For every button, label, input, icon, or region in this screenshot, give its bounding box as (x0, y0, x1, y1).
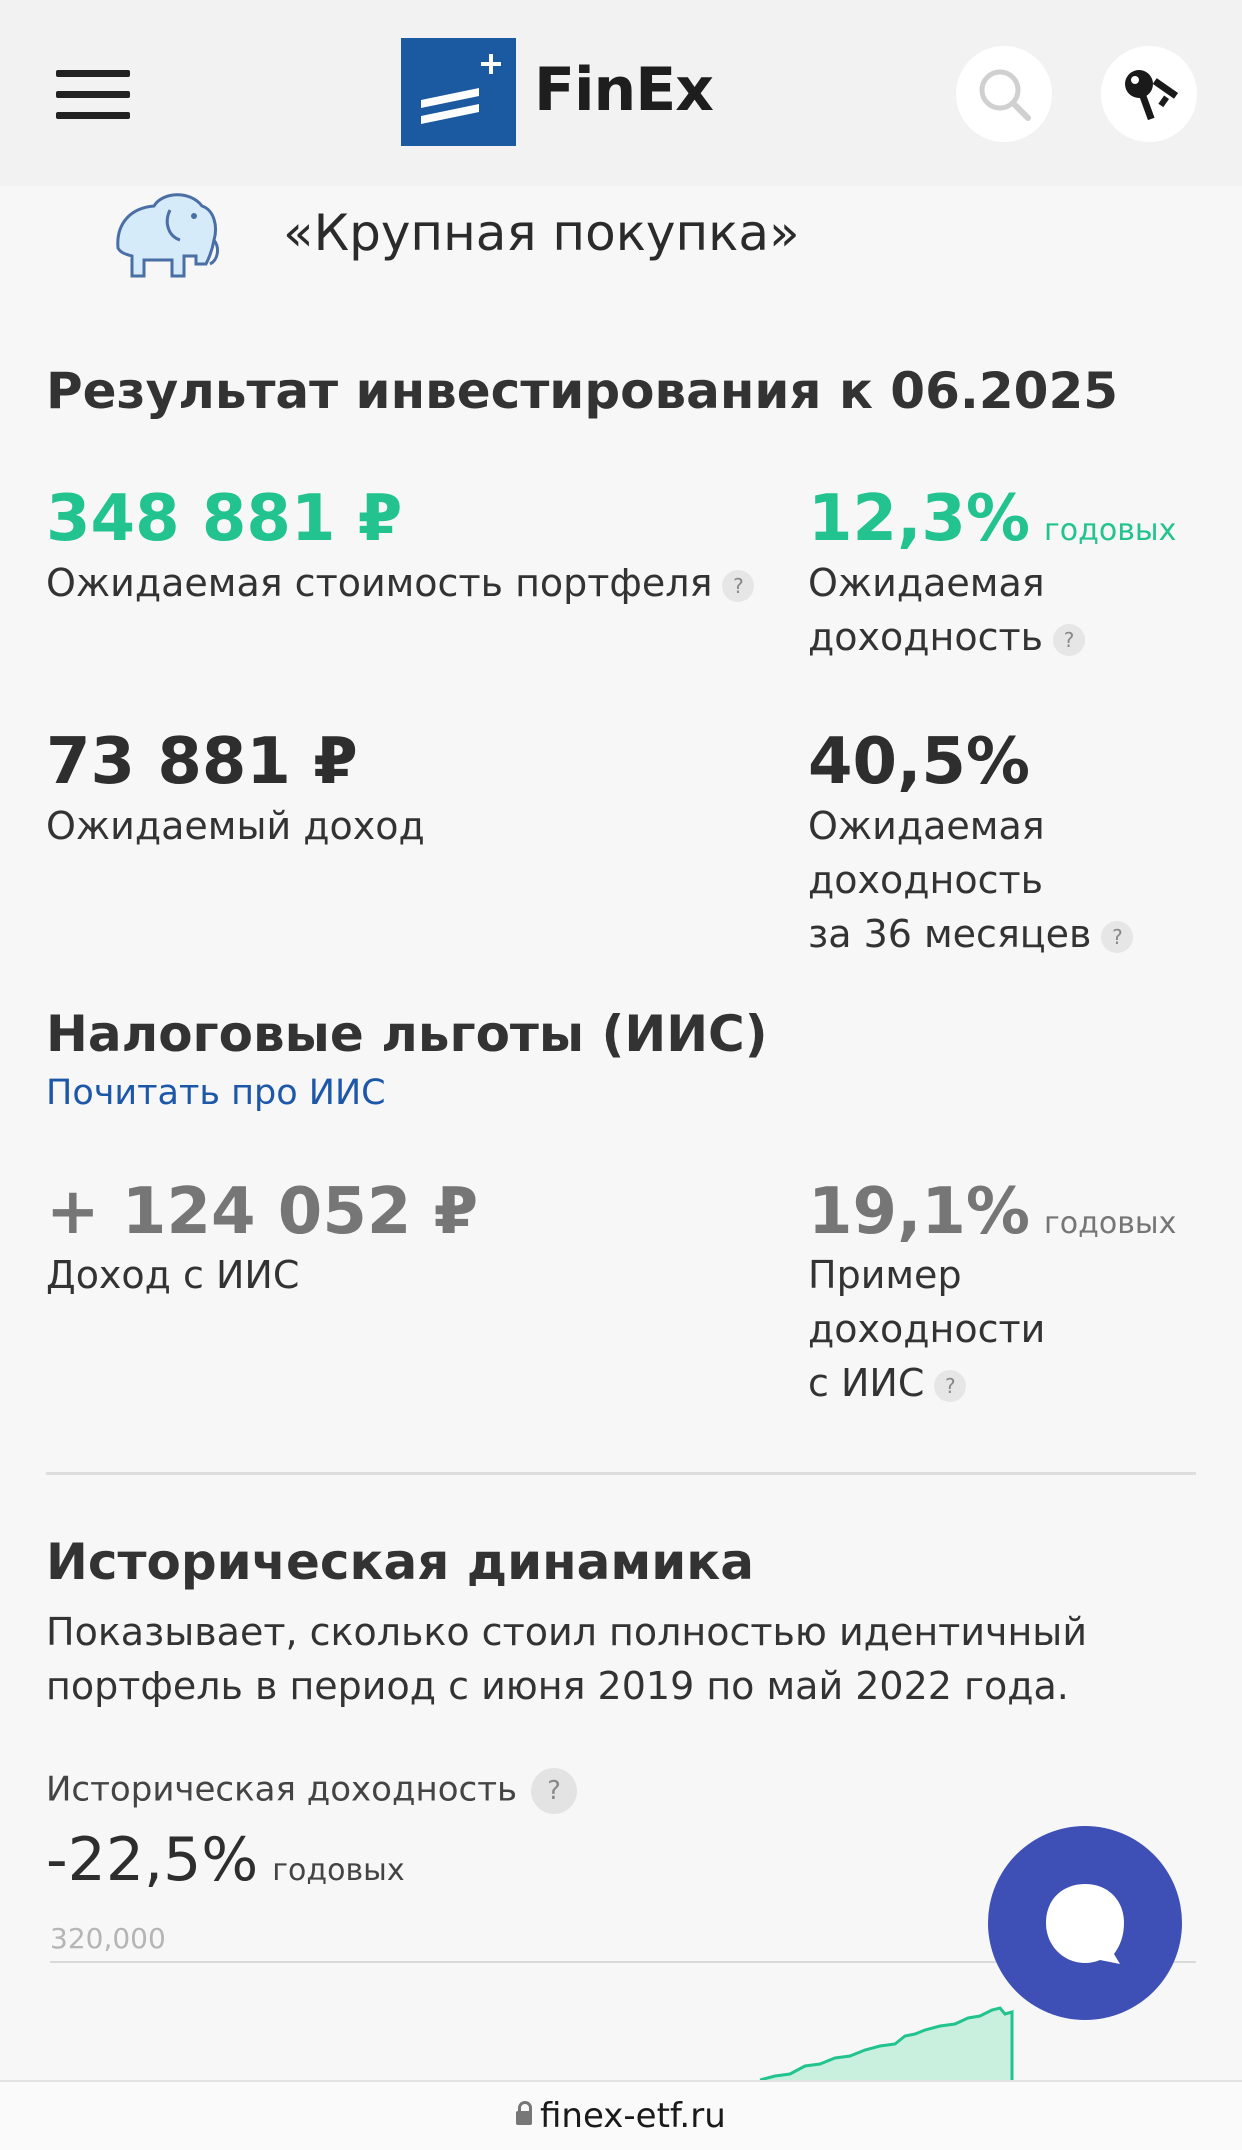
history-heading: Историческая динамика (46, 1533, 754, 1591)
help-icon[interactable]: ? (1101, 920, 1134, 953)
history-yield-unit: годовых (272, 1853, 405, 1888)
logo-icon[interactable] (401, 38, 516, 146)
expected-value-label-text: Ожидаемая стоимость портфеля (46, 561, 713, 605)
divider (46, 1472, 1196, 1475)
search-button[interactable] (956, 46, 1052, 142)
results-heading: Результат инвестирования к 06.2025 (46, 362, 1119, 420)
expected-yield: 12,3% годовых (808, 482, 1176, 556)
history-yield: -22,5% годовых (46, 1825, 405, 1895)
history-yield-label-text: Историческая доходность (46, 1769, 518, 1810)
browser-url-bar[interactable]: finex-etf.ru (0, 2080, 1242, 2150)
logo-text[interactable]: FinEx (534, 55, 714, 125)
iis-yield-label-line3: с ИИС (808, 1361, 925, 1405)
key-icon (1125, 70, 1179, 121)
expected-income: 73 881 ₽ (46, 725, 358, 799)
tax-heading: Налоговые льготы (ИИС) (46, 1005, 768, 1063)
portfolio-header: «Крупная покупка» (0, 186, 1242, 296)
iis-yield-label-line1: Пример (808, 1253, 962, 1297)
search-icon (979, 69, 1031, 121)
login-button[interactable] (1101, 46, 1197, 142)
help-icon[interactable]: ? (934, 1369, 967, 1402)
header: FinEx (0, 0, 1242, 186)
lock-icon (516, 2100, 532, 2125)
yield-36-label-line2: доходность (808, 858, 1044, 902)
history-yield-value: -22,5% (46, 1825, 259, 1895)
expected-yield-label-line1: Ожидаемая (808, 561, 1045, 605)
expected-value: 348 881 ₽ (46, 482, 403, 556)
url[interactable]: finex-etf.ru (516, 2096, 726, 2136)
expected-yield-unit: годовых (1044, 513, 1177, 548)
iis-income: + 124 052 ₽ (46, 1175, 479, 1249)
iis-yield-unit: годовых (1044, 1206, 1177, 1241)
iis-info-link[interactable]: Почитать про ИИС (46, 1073, 386, 1113)
url-text: finex-etf.ru (540, 2096, 726, 2136)
expected-income-label: Ожидаемый доход (46, 804, 425, 848)
yield-36-label: Ожидаемая доходность за 36 месяцев? (808, 799, 1134, 961)
expected-yield-label: Ожидаемая доходность? (808, 556, 1086, 664)
chat-bubble-icon (1046, 1884, 1124, 1964)
iis-yield-value: 19,1% (808, 1175, 1031, 1249)
expected-yield-label-line2: доходность (808, 615, 1044, 659)
iis-yield: 19,1% годовых (808, 1175, 1176, 1249)
yield-36-label-line1: Ожидаемая (808, 804, 1045, 848)
portfolio-title: «Крупная покупка» (283, 204, 800, 262)
elephant-icon (116, 193, 219, 278)
history-yield-label: Историческая доходность? (46, 1768, 578, 1814)
chat-button[interactable] (988, 1826, 1182, 2020)
iis-yield-label-line2: доходности (808, 1307, 1046, 1351)
yield-36-months: 40,5% (808, 725, 1031, 799)
yield-36-label-line3: за 36 месяцев (808, 912, 1092, 956)
help-icon[interactable]: ? (1053, 623, 1086, 656)
expected-value-label: Ожидаемая стоимость портфеля? (46, 556, 755, 610)
expected-yield-value: 12,3% (808, 482, 1031, 556)
help-icon[interactable]: ? (722, 569, 755, 602)
iis-income-label: Доход с ИИС (46, 1253, 300, 1297)
help-icon[interactable]: ? (531, 1768, 578, 1814)
iis-yield-label: Пример доходности с ИИС? (808, 1248, 1045, 1410)
menu-icon[interactable] (56, 70, 130, 120)
history-description: Показывает, сколько стоил полностью иден… (46, 1610, 1088, 1708)
